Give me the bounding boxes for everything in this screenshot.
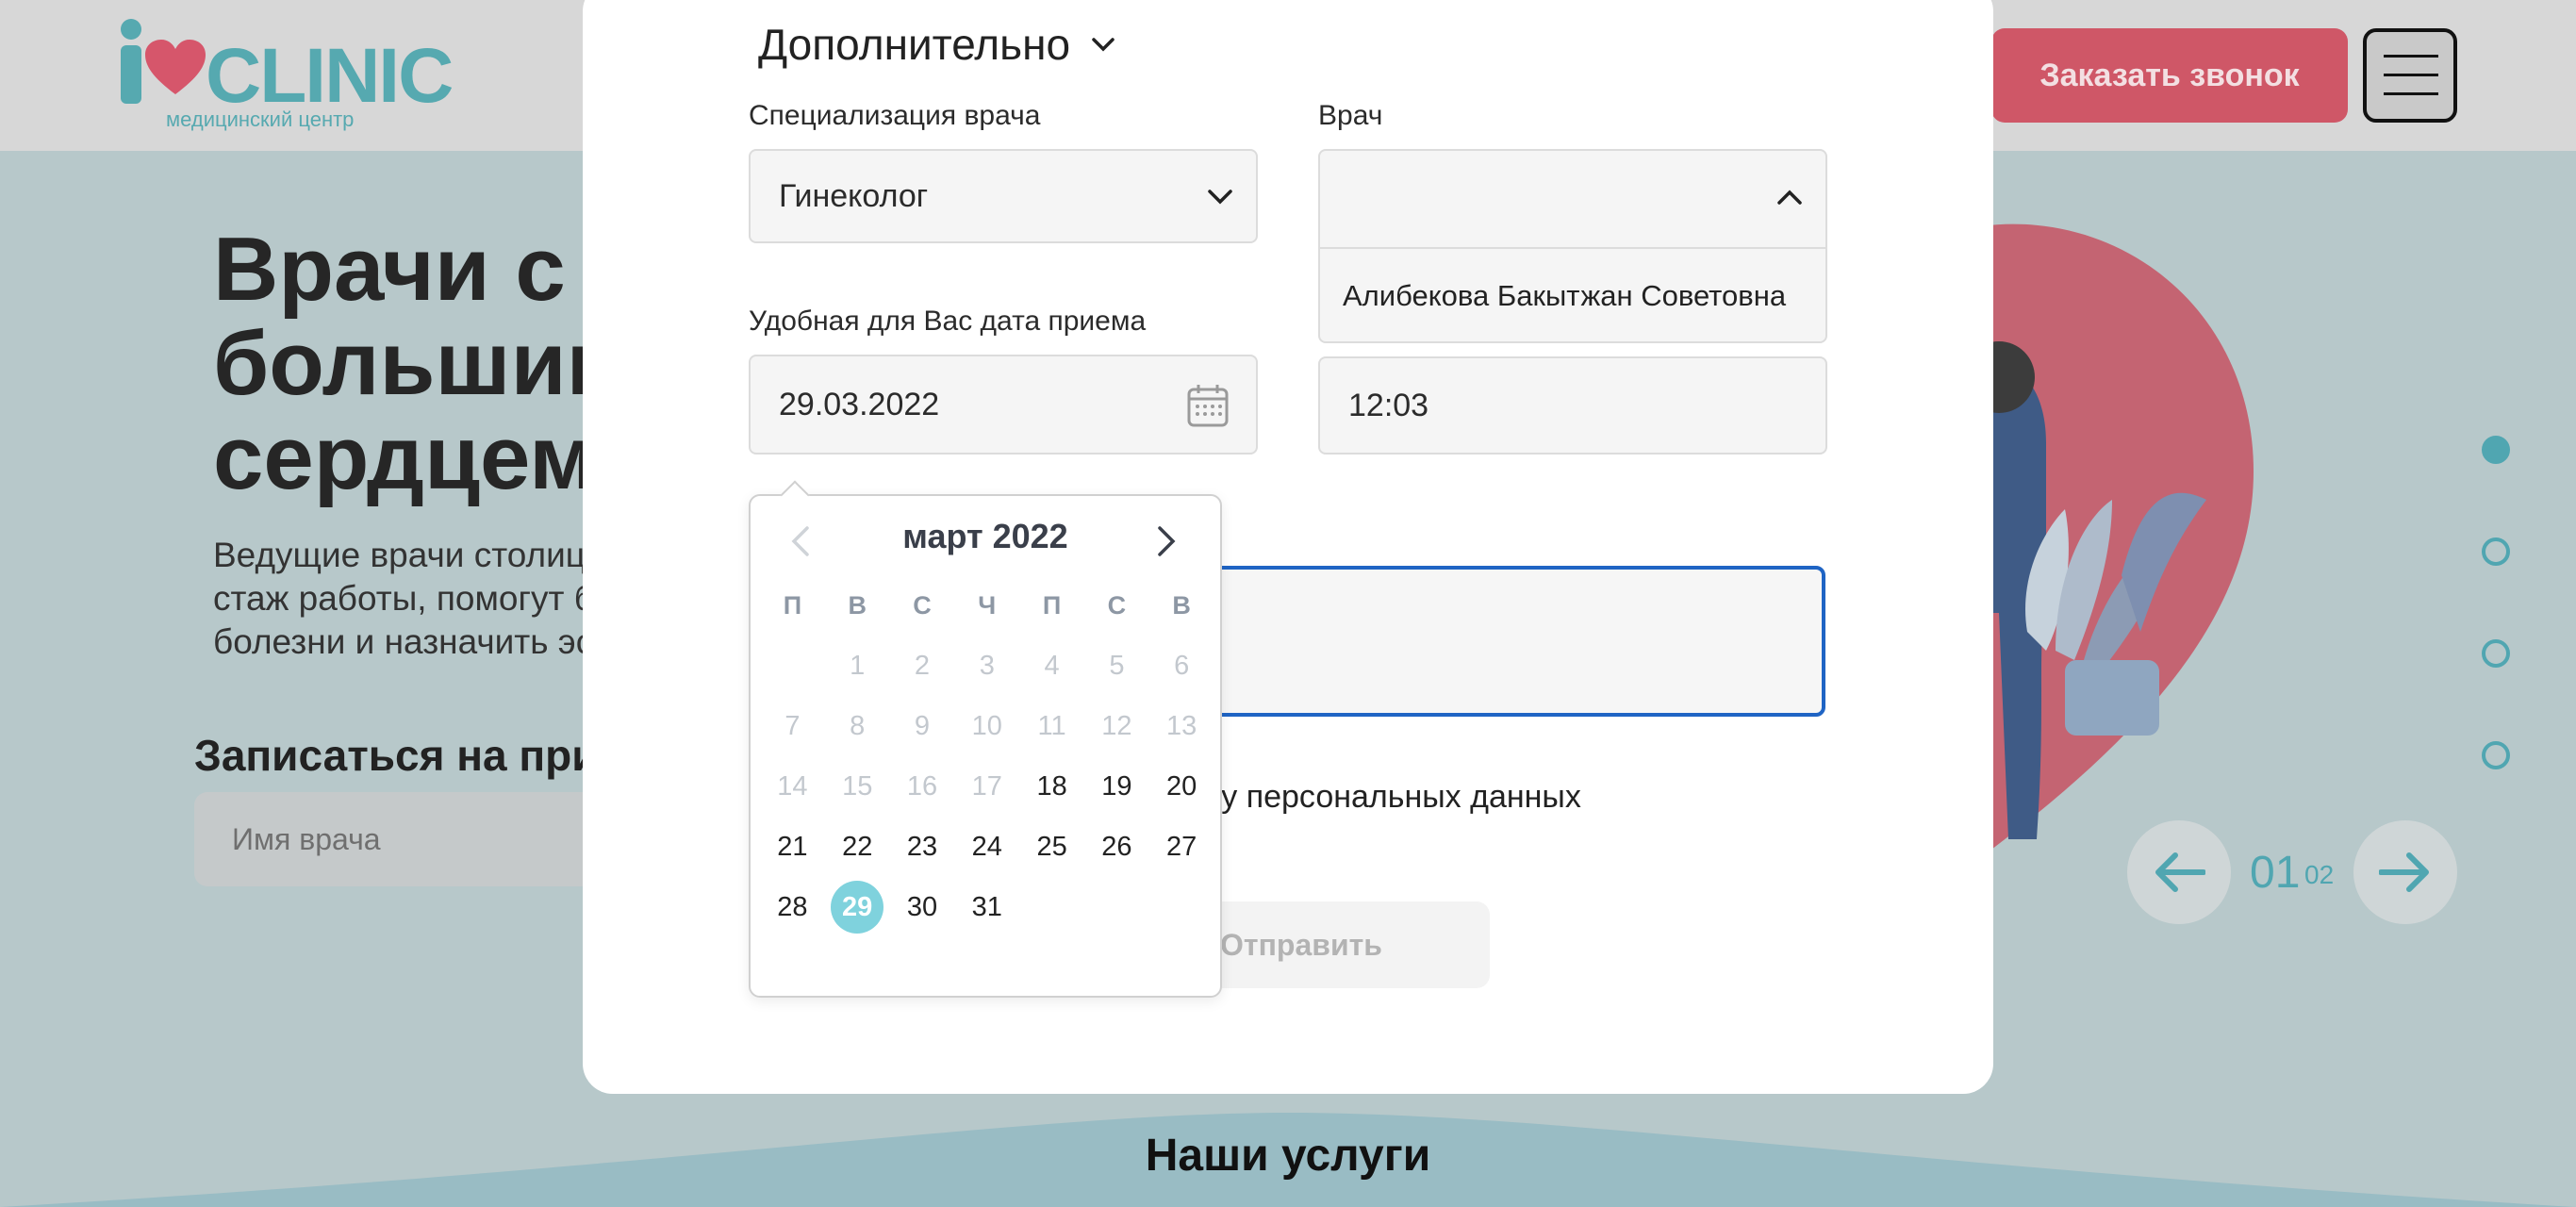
day-cell: 2 <box>914 651 931 681</box>
calendar-icon[interactable] <box>1186 383 1230 428</box>
specialization-value: Гинеколог <box>779 177 929 214</box>
pagination-dot-4[interactable] <box>2482 741 2510 769</box>
day-cell: 10 <box>971 711 1002 741</box>
time-input[interactable]: 12:03 <box>1318 356 1827 455</box>
day-cell[interactable]: 27 <box>1149 820 1214 873</box>
day-cell[interactable]: 30 <box>890 881 955 934</box>
arrow-right-icon <box>2379 852 2429 892</box>
day-cell: 14 <box>777 771 808 802</box>
services-heading: Наши услуги <box>1145 1131 1431 1181</box>
doctor-select[interactable]: Алибекова Бакытжан Советовна <box>1318 149 1827 343</box>
empty-day-cell <box>1019 881 1084 934</box>
day-cell: 9 <box>914 711 931 741</box>
slide-total-number: 02 <box>2304 860 2335 889</box>
logo-i-dot <box>121 19 141 40</box>
chevron-down-icon <box>1092 38 1115 52</box>
empty-day-cell <box>760 639 825 692</box>
day-cell[interactable]: 19 <box>1084 760 1149 813</box>
chevron-down-icon <box>1208 190 1232 205</box>
week-row: 28 29 30 31 <box>760 877 1214 937</box>
date-input[interactable]: 29.03.2022 <box>749 355 1258 455</box>
day-cell[interactable]: 31 <box>954 881 1019 934</box>
day-cell: 3 <box>979 651 995 681</box>
week-row: 1 2 3 4 5 6 <box>760 636 1214 696</box>
date-label: Удобная для Вас дата приема <box>749 306 1147 337</box>
day-cell: 7 <box>784 711 801 741</box>
day-cell[interactable]: 26 <box>1084 820 1149 873</box>
slide-current-number: 01 <box>2250 848 2301 898</box>
day-cell: 12 <box>1101 711 1132 741</box>
logo-subtitle: медицинский центр <box>166 107 355 131</box>
doctor-name-input[interactable]: Имя врача <box>194 792 628 886</box>
pagination-dot-2[interactable] <box>2482 537 2510 566</box>
day-cell: 16 <box>906 771 938 802</box>
chevron-up-icon <box>1777 190 1802 205</box>
logo-text: CLINIC <box>206 33 454 119</box>
weekday-label: Ч <box>978 591 997 620</box>
week-row: 14 15 16 17 18 19 20 <box>760 756 1214 817</box>
next-month-icon[interactable] <box>1147 522 1184 560</box>
logo-i-bar <box>121 45 141 104</box>
weekday-label: С <box>1107 591 1127 620</box>
pagination-dot-1[interactable] <box>2482 436 2510 464</box>
slider-next-button[interactable] <box>2353 820 2457 924</box>
day-cell: 8 <box>850 711 866 741</box>
day-cell: 11 <box>1037 711 1066 741</box>
empty-day-cell <box>1084 881 1149 934</box>
day-cell: 15 <box>842 771 873 802</box>
consent-text: ку персональных данных <box>1207 779 1581 815</box>
day-cell: 6 <box>1174 651 1190 681</box>
weekday-label: В <box>848 591 867 620</box>
callback-button[interactable]: Заказать звонок <box>1991 28 2348 123</box>
day-cell: 13 <box>1166 711 1197 741</box>
datepicker-popup: март 2022 П В С Ч П С В 1 2 3 4 5 6 7 8 9 10 11 12 13 14 15 16… <box>749 480 1222 998</box>
week-row: 21 22 23 24 25 26 27 <box>760 817 1214 877</box>
pagination-dot-3[interactable] <box>2482 639 2510 668</box>
week-row: 7 8 9 10 11 12 13 <box>760 696 1214 756</box>
hero-title: Врачи с большим сердцем <box>213 219 634 508</box>
clinic-logo[interactable]: CLINIC медицинский центр <box>117 17 454 140</box>
slider-pagination <box>2482 436 2510 775</box>
weekday-row: ПВСЧПСВ <box>760 575 1214 636</box>
slider-prev-button[interactable] <box>2127 820 2231 924</box>
empty-day-cell <box>1149 881 1214 934</box>
additional-section-title: Дополнительно <box>758 20 1071 69</box>
doctor-select-head[interactable] <box>1320 151 1825 249</box>
weekday-label: П <box>783 591 802 620</box>
day-cell[interactable]: 18 <box>1019 760 1084 813</box>
weekday-label: С <box>913 591 932 620</box>
day-cell[interactable]: 20 <box>1149 760 1214 813</box>
specialization-select[interactable]: Гинеколог <box>749 149 1258 243</box>
day-cell[interactable]: 24 <box>954 820 1019 873</box>
additional-section-toggle[interactable]: Дополнительно <box>758 19 1115 70</box>
day-cell[interactable]: 21 <box>760 820 825 873</box>
arrow-left-icon <box>2155 852 2205 892</box>
weekday-label: В <box>1172 591 1191 620</box>
date-value: 29.03.2022 <box>779 386 940 422</box>
signup-title: Записаться на при <box>194 731 599 780</box>
time-value: 12:03 <box>1348 387 1429 423</box>
day-cell: 17 <box>971 771 1002 802</box>
specialization-label: Специализация врача <box>749 100 1041 131</box>
day-cell[interactable]: 25 <box>1019 820 1084 873</box>
doctor-option[interactable]: Алибекова Бакытжан Советовна <box>1320 249 1825 343</box>
day-cell: 4 <box>1044 651 1060 681</box>
hamburger-menu-button[interactable] <box>2363 28 2457 123</box>
day-cell: 1 <box>850 651 866 681</box>
weekday-label: П <box>1042 591 1062 620</box>
day-cell[interactable]: 23 <box>890 820 955 873</box>
day-cell[interactable]: 28 <box>760 881 825 934</box>
datepicker-grid: П В С Ч П С В 1 2 3 4 5 6 7 8 9 10 11 12 13 14 15 16 17 18 19 20 21… <box>760 575 1214 937</box>
day-cell-selected[interactable]: 29 <box>825 881 890 934</box>
heart-icon <box>145 40 206 94</box>
hero-illustration <box>1980 223 2254 858</box>
doctor-label: Врач <box>1318 100 1383 131</box>
day-cell[interactable]: 22 <box>825 820 890 873</box>
day-cell: 5 <box>1109 651 1125 681</box>
